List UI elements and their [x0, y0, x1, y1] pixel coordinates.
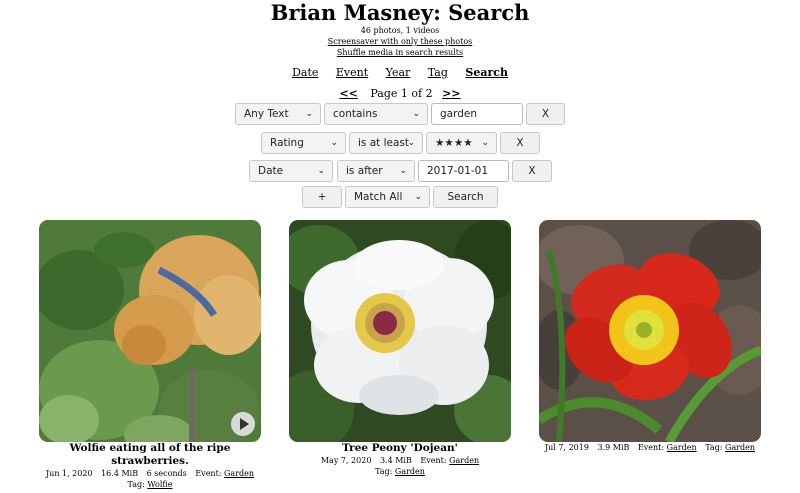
result-caption-2: Tree Peony 'Dojean' May 7, 2020 3.4 MiB …	[285, 442, 515, 477]
event-label: Event:	[420, 456, 447, 465]
result-caption-1: Wolfie eating all of the ripe strawberri…	[35, 442, 265, 490]
chevron-down-icon: ⌄	[330, 138, 338, 148]
nav-search[interactable]: Search	[465, 66, 508, 79]
criteria-operator-select-2[interactable]: is at least ⌄	[349, 132, 423, 154]
main-nav: Date Event Year Tag Search	[0, 66, 800, 80]
event-label: Event:	[195, 469, 222, 478]
result-duration: 6 seconds	[146, 469, 187, 478]
page-title: Brian Masney: Search	[270, 0, 530, 25]
daylily-photo	[539, 220, 761, 442]
chevron-down-icon: ⌄	[407, 138, 415, 148]
tag-link[interactable]: Garden	[395, 467, 425, 476]
tag-label: Tag:	[705, 443, 723, 452]
search-button[interactable]: Search	[433, 186, 498, 208]
nav-tag[interactable]: Tag	[428, 66, 448, 79]
result-thumbnail-3[interactable]	[539, 220, 761, 442]
add-criteria-button[interactable]: +	[302, 186, 342, 208]
chevron-down-icon: ⌄	[414, 192, 422, 202]
result-thumbnail-2[interactable]	[289, 220, 511, 442]
remove-criteria-button-2[interactable]: X	[500, 132, 540, 154]
rating-select-2[interactable]: ★★★★ ⌄	[426, 132, 497, 154]
result-tags: Tag: Garden	[285, 466, 515, 477]
screensaver-link[interactable]: Screensaver with only these photos	[0, 36, 800, 47]
result-size: 3.4 MiB	[379, 456, 412, 465]
match-mode-value: Match All	[354, 191, 403, 203]
media-stats: 46 photos, 1 videos	[360, 26, 440, 35]
prev-page-link[interactable]: <<	[339, 87, 357, 100]
criteria-date-input-3[interactable]: 2017-01-01	[418, 160, 509, 182]
result-title: Tree Peony 'Dojean'	[342, 442, 458, 454]
tag-link[interactable]: Garden	[725, 443, 755, 452]
criteria-operator-select-1[interactable]: contains ⌄	[324, 103, 428, 125]
match-mode-select[interactable]: Match All ⌄	[345, 186, 430, 208]
search-page: Brian Masney: Search 46 photos, 1 videos…	[0, 0, 800, 493]
result-size: 16.4 MiB	[101, 469, 139, 478]
event-link[interactable]: Garden	[224, 469, 254, 478]
criteria-operator-value: contains	[333, 108, 378, 120]
result-size: 3.9 MiB	[597, 443, 630, 452]
criteria-operator-value: is at least	[358, 137, 410, 149]
nav-year[interactable]: Year	[386, 66, 411, 79]
criteria-field-value: Rating	[270, 137, 304, 149]
chevron-down-icon: ⌄	[317, 166, 325, 176]
chevron-down-icon: ⌄	[399, 166, 407, 176]
criteria-operator-value: is after	[346, 165, 383, 177]
peony-photo	[289, 220, 511, 442]
tag-link[interactable]: Wolfie	[147, 480, 172, 489]
criteria-field-select-1[interactable]: Any Text ⌄	[235, 103, 321, 125]
criteria-field-select-2[interactable]: Rating ⌄	[261, 132, 346, 154]
rating-value: ★★★★	[435, 137, 473, 149]
chevron-down-icon: ⌄	[305, 109, 313, 119]
result-date: Jun 1, 2020	[45, 469, 93, 478]
next-page-link[interactable]: >>	[442, 87, 460, 100]
result-thumbnail-1[interactable]	[39, 220, 261, 442]
criteria-value-input-1[interactable]: garden	[431, 103, 523, 125]
criteria-field-value: Any Text	[244, 108, 289, 120]
criteria-operator-select-3[interactable]: is after ⌄	[337, 160, 415, 182]
result-caption-3: Jul 7, 2019 3.9 MiB Event: Garden Tag: G…	[535, 442, 765, 453]
shuffle-link[interactable]: Shuffle media in search results	[0, 47, 800, 58]
nav-date[interactable]: Date	[292, 66, 318, 79]
chevron-down-icon: ⌄	[412, 109, 420, 119]
result-meta: May 7, 2020 3.4 MiB Event: Garden	[285, 455, 515, 466]
play-icon[interactable]	[231, 412, 255, 436]
event-link[interactable]: Garden	[449, 456, 479, 465]
result-tags: Tag: Wolfie	[35, 479, 265, 490]
dog-photo	[39, 220, 261, 442]
criteria-field-select-3[interactable]: Date ⌄	[249, 160, 333, 182]
chevron-down-icon: ⌄	[481, 138, 489, 148]
result-date: May 7, 2020	[320, 456, 372, 465]
result-title: Wolfie eating all of the ripe strawberri…	[69, 442, 231, 467]
result-date: Jul 7, 2019	[544, 443, 589, 452]
header-links: Screensaver with only these photos Shuff…	[0, 36, 800, 58]
tag-label: Tag:	[127, 480, 145, 489]
criteria-field-value: Date	[258, 165, 284, 177]
tag-label: Tag:	[375, 467, 393, 476]
nav-event[interactable]: Event	[336, 66, 368, 79]
remove-criteria-button-3[interactable]: X	[512, 160, 552, 182]
pagination: << Page 1 of 2 >>	[0, 87, 800, 101]
result-meta: Jul 7, 2019 3.9 MiB Event: Garden Tag: G…	[535, 442, 765, 453]
result-meta: Jun 1, 2020 16.4 MiB 6 seconds Event: Ga…	[35, 468, 265, 479]
event-label: Event:	[637, 443, 665, 452]
event-link[interactable]: Garden	[667, 443, 697, 452]
page-indicator: Page 1 of 2	[370, 87, 433, 100]
remove-criteria-button-1[interactable]: X	[526, 103, 565, 125]
